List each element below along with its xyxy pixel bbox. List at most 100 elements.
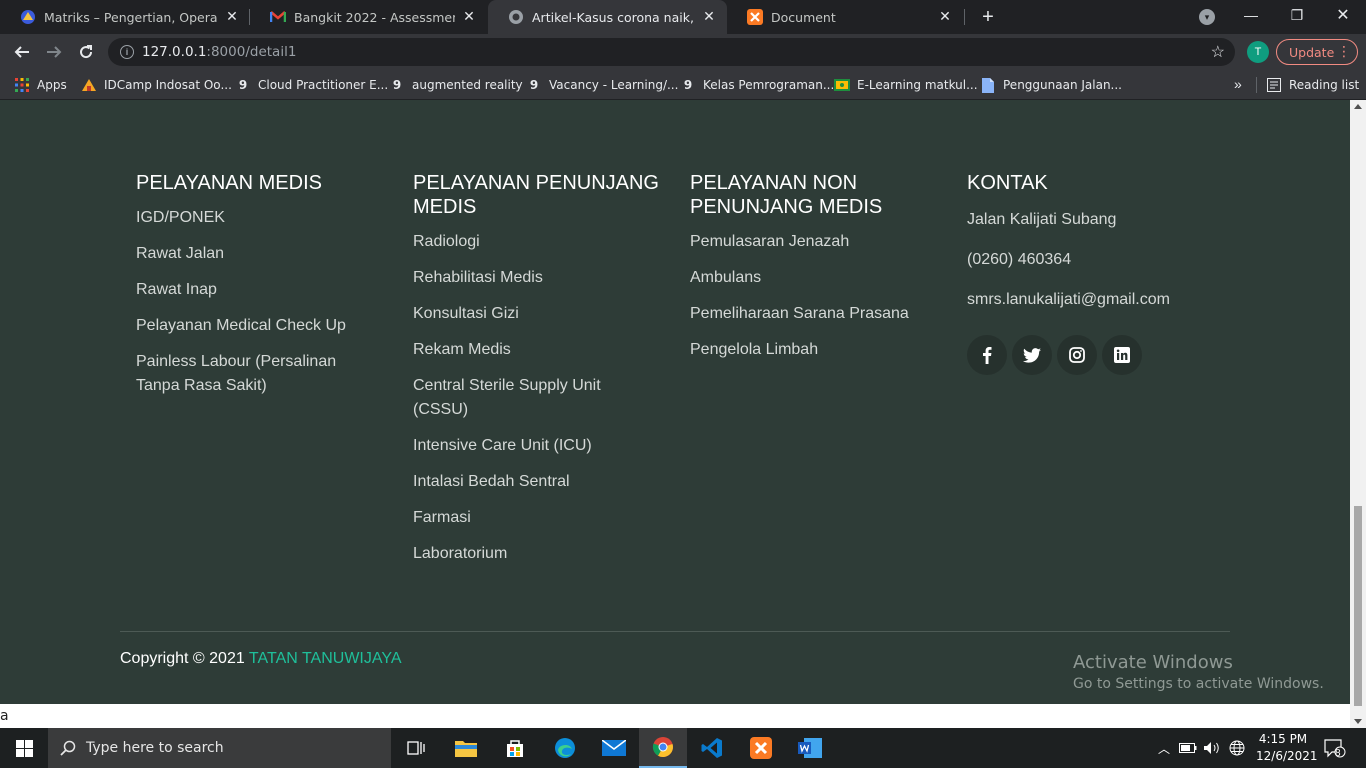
column-heading: PELAYANAN NON PENUNJANG MEDIS [690,172,883,218]
update-button[interactable]: Update ⋮ [1276,39,1358,65]
footer-link[interactable]: Intalasi Bedah Sentral [413,470,663,494]
close-icon[interactable]: ✕ [224,9,240,25]
windows-taskbar: Type here to search ︿ 4:15 PM 12/6/2021 [0,728,1366,768]
new-tab-button[interactable]: + [976,5,1000,29]
address-bar[interactable]: i 127.0.0.1 :8000/detail1 ☆ [108,38,1235,66]
footer-link[interactable]: Rawat Jalan [136,242,386,266]
scroll-down-icon[interactable] [1354,719,1362,724]
copyright-name[interactable]: TATAN TANUWIJAYA [249,650,402,667]
activate-windows-watermark: Activate Windows Go to Settings to activ… [1073,652,1324,692]
tab-search-icon[interactable]: ▾ [1199,9,1215,25]
notification-icon[interactable]: 8 [1320,728,1350,768]
reading-list-button[interactable]: Reading list [1266,70,1359,100]
footer-link[interactable]: Pengelola Limbah [690,338,940,362]
footer-link[interactable]: Central Sterile Supply Unit (CSSU) [413,374,623,422]
bookmark-vacancy[interactable]: 9 Vacancy - Learning/... [526,70,679,100]
divider [1256,77,1257,93]
footer-link[interactable]: Laboratorium [413,542,663,566]
edge-icon[interactable] [541,728,589,768]
battery-icon[interactable] [1178,728,1198,768]
footer-column-penunjang: PELAYANAN PENUNJANG MEDIS Radiologi Reha… [413,171,663,578]
more-bookmarks-icon[interactable]: » [1234,76,1242,92]
footer-link[interactable]: Farmasi [413,506,663,530]
footer-link[interactable]: IGD/PONEK [136,206,386,230]
column-heading: PELAYANAN PENUNJANG MEDIS [413,172,659,218]
edu-icon [20,9,36,25]
xampp-icon[interactable] [737,728,785,768]
column-heading: KONTAK [967,172,1048,194]
taskbar-clock[interactable]: 4:15 PM 12/6/2021 [1256,731,1318,765]
footer-link[interactable]: Pemulasaran Jenazah [690,230,940,254]
footer-divider [120,631,1230,632]
bookmark-idcamp[interactable]: IDCamp Indosat Oo... [81,70,232,100]
tab-separator [964,9,965,25]
chevron-up-icon[interactable]: ︿ [1155,728,1173,768]
search-icon [60,740,76,756]
facebook-icon[interactable] [967,335,1007,375]
volume-icon[interactable] [1202,728,1222,768]
taskbar-search-input[interactable]: Type here to search [48,728,391,768]
network-globe-icon[interactable] [1226,728,1248,768]
footer-link[interactable]: Intensive Care Unit (ICU) [413,434,663,458]
profile-avatar[interactable]: T [1247,41,1269,63]
scroll-thumb[interactable] [1354,506,1362,706]
footer-link[interactable]: Rehabilitasi Medis [413,266,663,290]
bookmark-cloud-practitioner[interactable]: 9 Cloud Practitioner E... [235,70,388,100]
site-info-icon[interactable]: i [120,45,134,59]
reload-icon[interactable] [72,38,100,66]
doc-icon [980,77,996,93]
contact-email[interactable]: smrs.lanukalijati@gmail.com [967,288,1217,312]
idcamp-icon [81,77,97,93]
star-icon[interactable]: ☆ [1211,42,1225,62]
notification-count: 8 [1335,748,1341,759]
gmail-icon [270,9,286,25]
footer-link[interactable]: Konsultasi Gizi [413,302,663,326]
bookmark-apps[interactable]: Apps [14,70,67,100]
bookmark-kelas-pemrograman[interactable]: 9 Kelas Pemrograman... [680,70,834,100]
footer-link[interactable]: Radiologi [413,230,663,254]
forward-arrow-icon[interactable] [40,38,68,66]
linkedin-icon[interactable] [1102,335,1142,375]
footer-link[interactable]: Rawat Inap [136,278,386,302]
bookmark-penggunaan-jalan[interactable]: Penggunaan Jalan... [980,70,1122,100]
dicoding-icon: 9 [238,78,248,92]
footer-link[interactable]: Painless Labour (Persalinan Tanpa Rasa S… [136,350,356,398]
bookmark-e-learning[interactable]: E-Learning matkul... [834,70,978,100]
chrome-icon[interactable] [639,728,687,768]
restore-button[interactable]: ❐ [1274,0,1320,30]
close-icon[interactable]: ✕ [937,9,953,25]
tab-bangkit[interactable]: Bangkit 2022 - Assessment - ttan ✕ [250,0,487,34]
close-window-button[interactable]: ✕ [1320,0,1366,30]
social-links [967,335,1217,375]
store-icon[interactable] [491,728,539,768]
vscode-icon[interactable] [688,728,736,768]
tab-matriks[interactable]: Matriks – Pengertian, Operasi, De ✕ [0,0,250,34]
footer-link[interactable]: Pemeliharaan Sarana Prasana [690,302,940,326]
tab-document[interactable]: Document ✕ [727,0,963,34]
word-icon[interactable] [786,728,834,768]
scroll-up-icon[interactable] [1354,104,1362,109]
xampp-icon [747,9,763,25]
instagram-icon[interactable] [1057,335,1097,375]
footer-link[interactable]: Pelayanan Medical Check Up [136,314,386,338]
minimize-button[interactable]: — [1228,0,1274,30]
file-explorer-icon[interactable] [442,728,490,768]
browser-toolbar: i 127.0.0.1 :8000/detail1 ☆ T Update ⋮ [0,34,1366,70]
page-scrollbar[interactable] [1350,100,1366,728]
task-view-icon[interactable] [392,728,440,768]
column-heading: PELAYANAN MEDIS [136,172,322,194]
globe-icon [508,9,524,25]
mail-icon[interactable] [590,728,638,768]
footer-column-non-penunjang: PELAYANAN NON PENUNJANG MEDIS Pemulasara… [690,171,940,374]
bookmark-augmented-reality[interactable]: 9 augmented reality [389,70,523,100]
bookmarks-bar: Apps IDCamp Indosat Oo... 9 Cloud Practi… [0,70,1366,100]
windows-start-icon[interactable] [0,728,48,768]
footer-link[interactable]: Ambulans [690,266,940,290]
twitter-icon[interactable] [1012,335,1052,375]
close-icon[interactable]: ✕ [461,9,477,25]
close-icon[interactable]: ✕ [701,9,717,25]
back-arrow-icon[interactable] [8,38,36,66]
footer-column-medis: PELAYANAN MEDIS IGD/PONEK Rawat Jalan Ra… [136,171,386,410]
tab-artikel[interactable]: Artikel-Kasus corona naik, begini ✕ [488,0,727,34]
footer-link[interactable]: Rekam Medis [413,338,663,362]
